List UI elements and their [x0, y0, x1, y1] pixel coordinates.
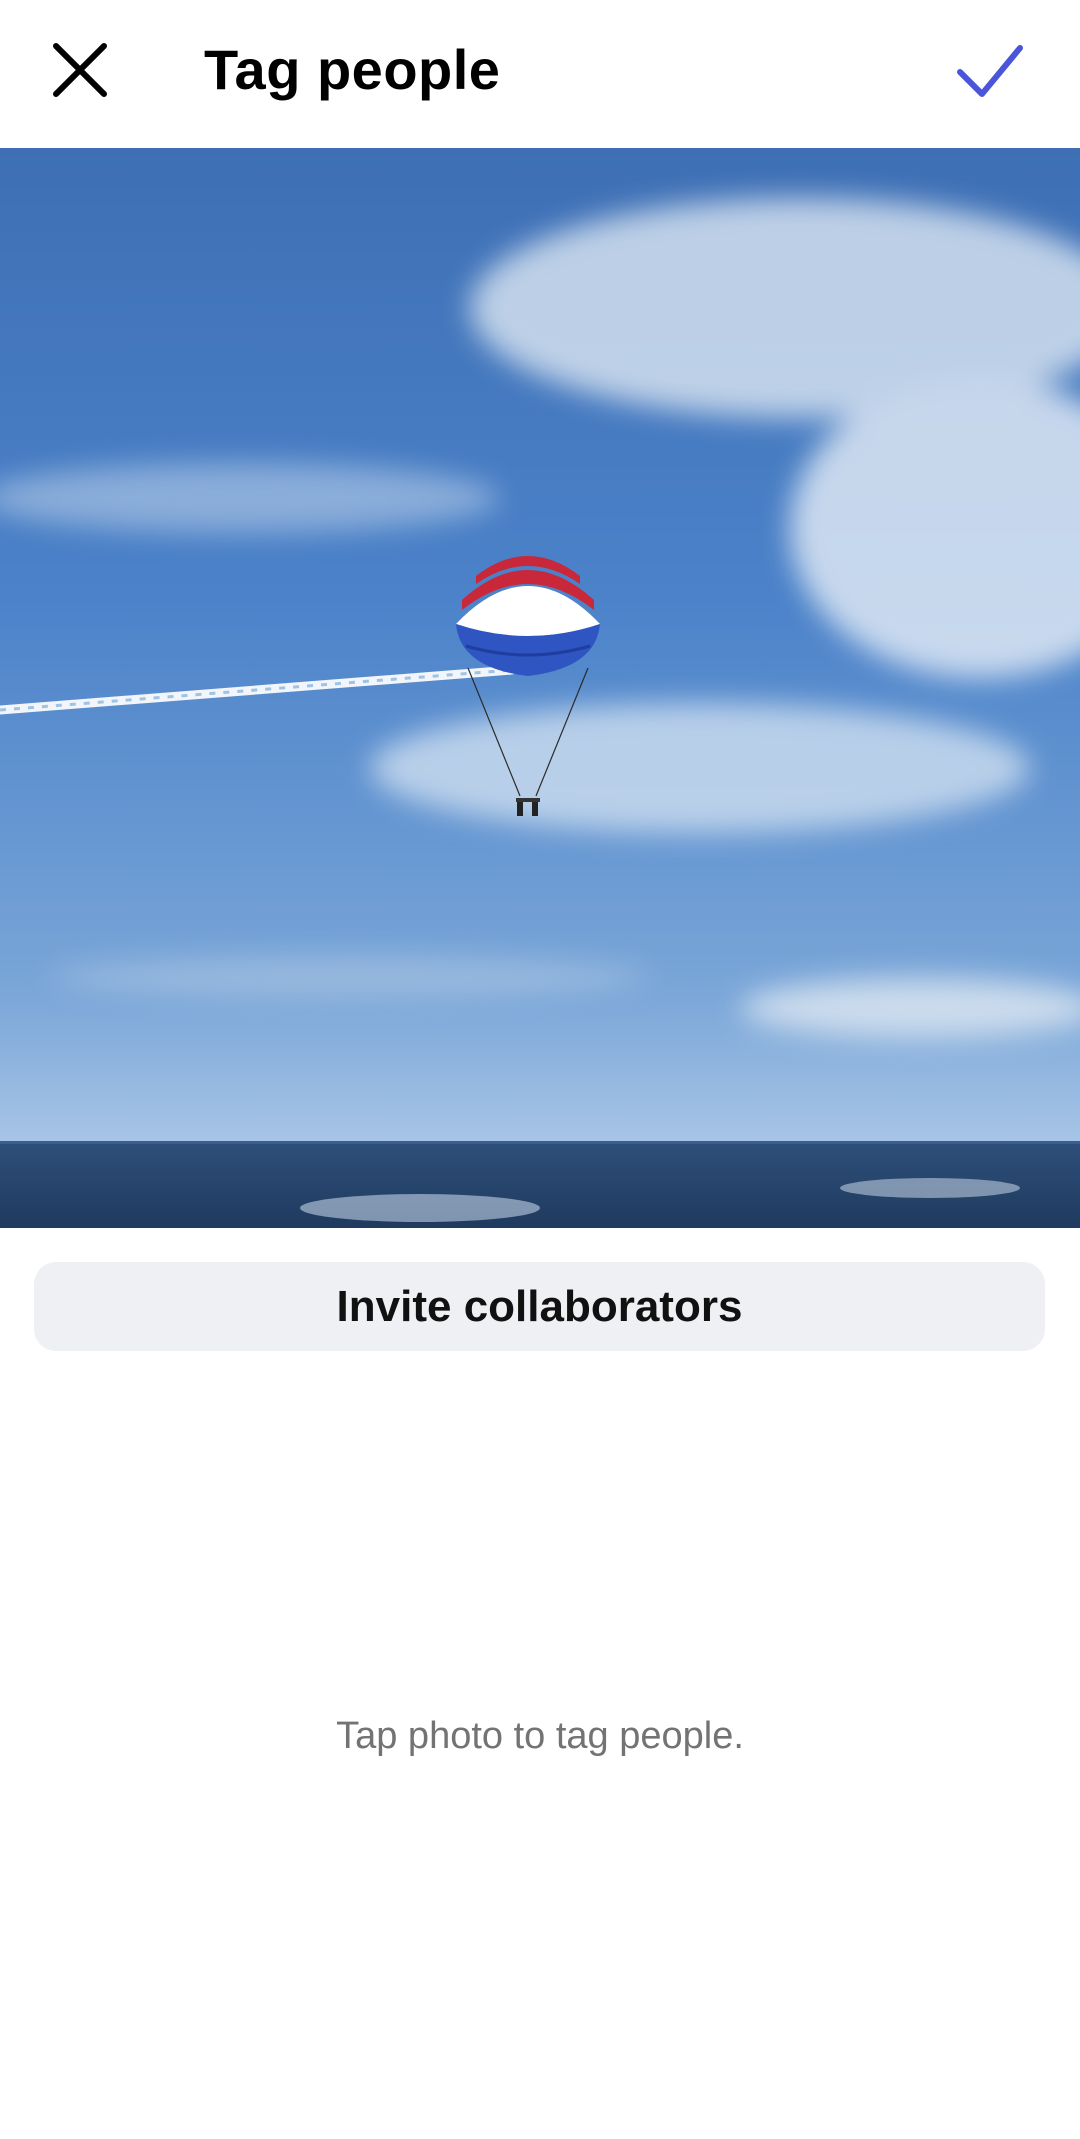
close-button[interactable]: [40, 30, 120, 110]
photo-tag-area[interactable]: [0, 148, 1080, 1228]
close-icon: [53, 43, 107, 97]
check-icon: [957, 45, 1023, 97]
page-title: Tag people: [204, 38, 501, 101]
done-button[interactable]: [948, 28, 1032, 112]
invite-collaborators-button[interactable]: Invite collaborators: [34, 1262, 1045, 1351]
tag-hint-text: Tap photo to tag people.: [336, 1715, 744, 1757]
top-bar: Tag people: [0, 0, 1080, 148]
parasail-photo: [0, 148, 1080, 1228]
